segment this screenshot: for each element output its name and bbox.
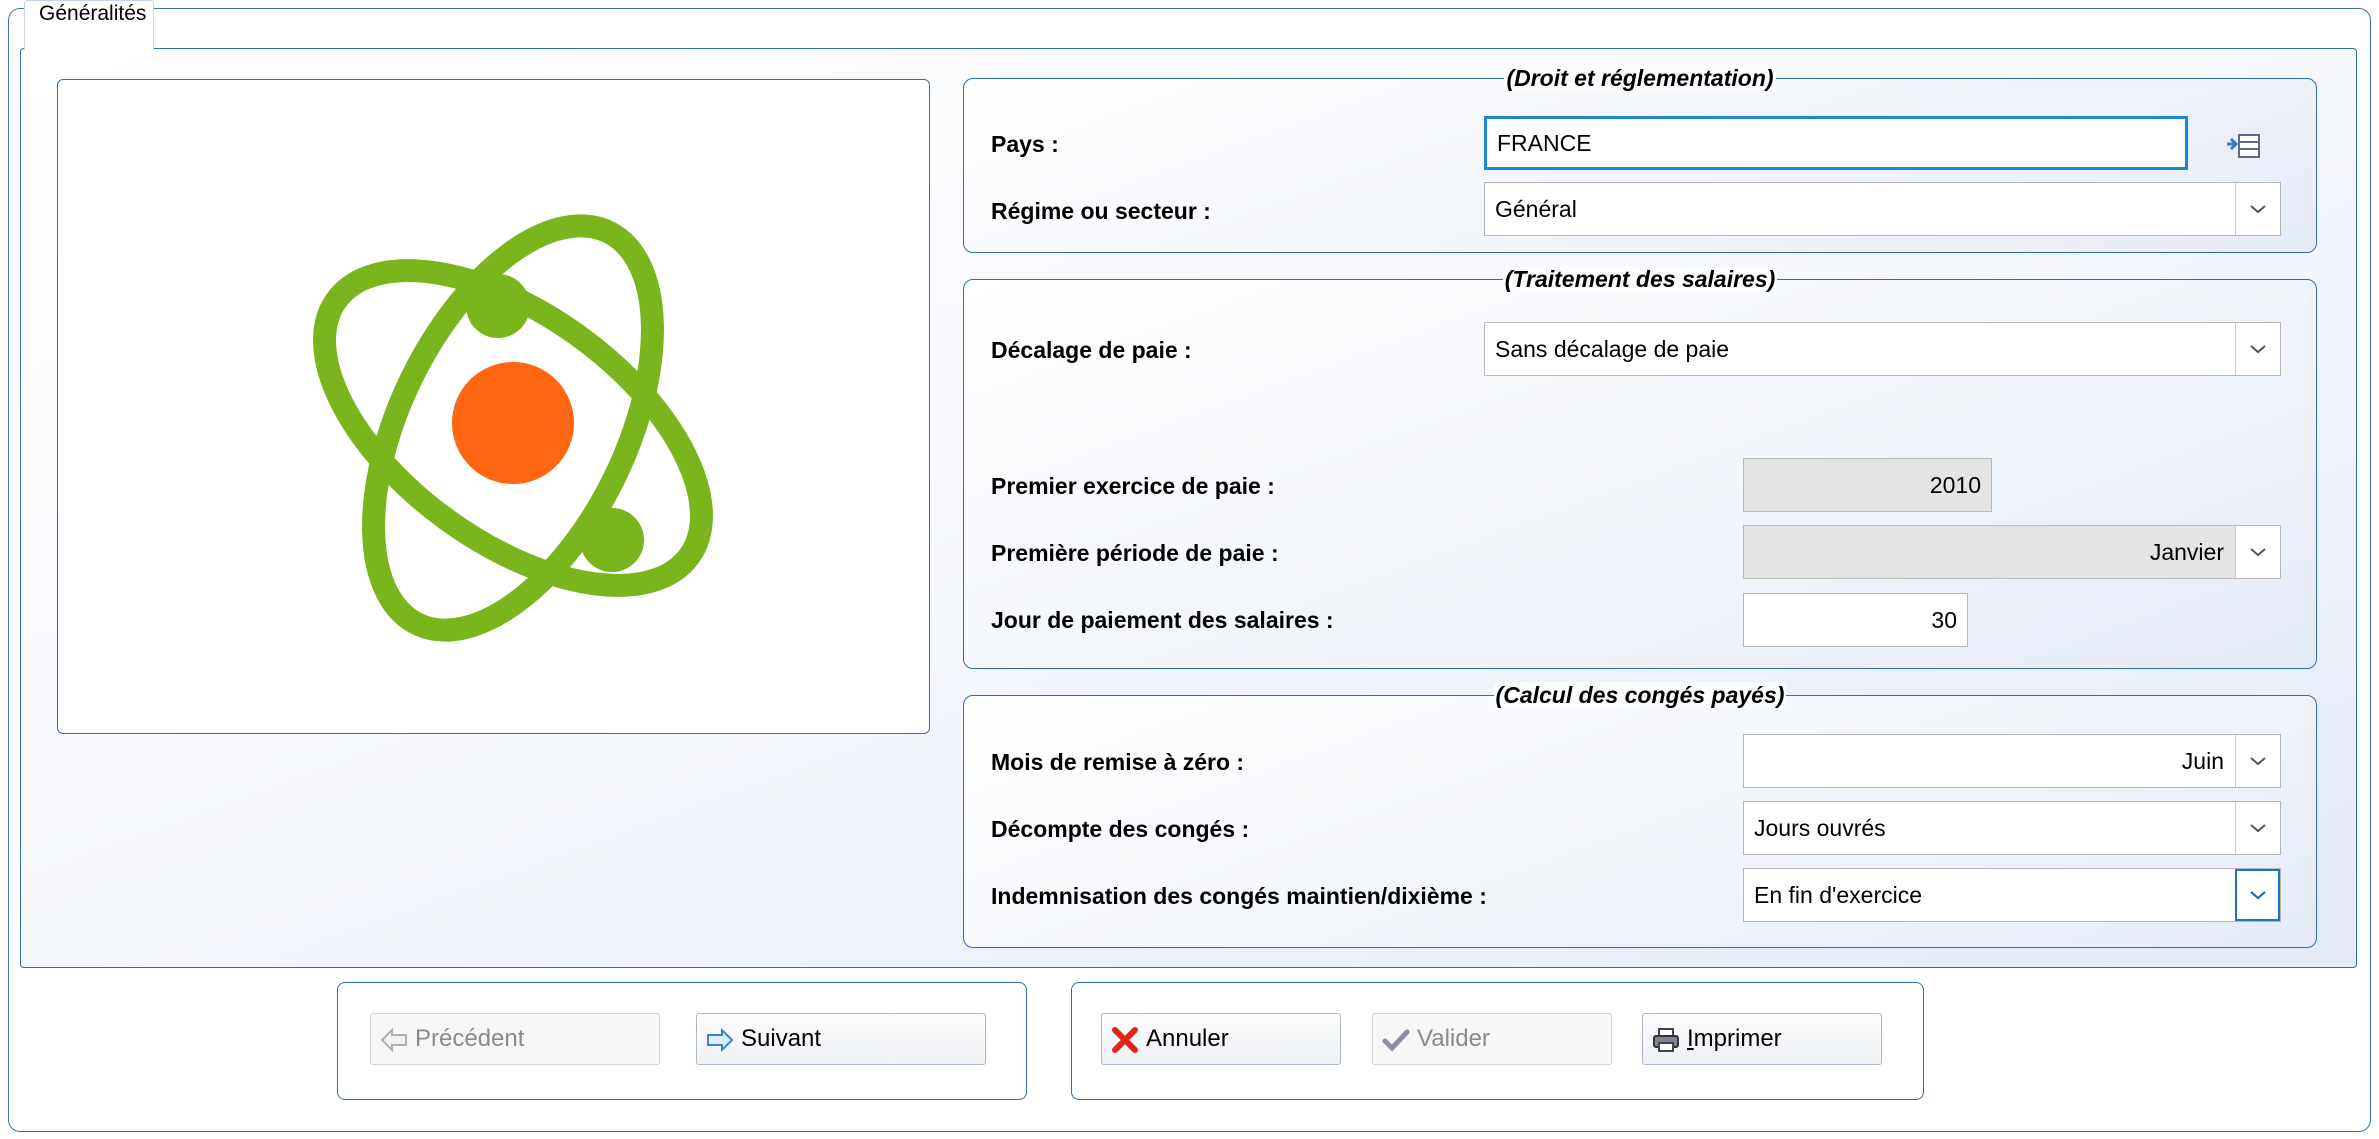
premier-exercice-label: Premier exercice de paie : (991, 473, 1275, 499)
premiere-periode-label: Première période de paie : (991, 540, 1279, 566)
group-conges-title: (Calcul des congés payés) (1493, 682, 1787, 708)
printer-icon (1653, 1028, 1679, 1052)
indemnisation-value: En fin d'exercice (1754, 882, 1923, 908)
annuler-label: Annuler (1146, 1025, 1229, 1052)
precedent-label: Précédent (415, 1025, 525, 1052)
select-list-icon[interactable] (2225, 130, 2261, 160)
jour-paiement-value: 30 (1931, 607, 1957, 633)
chevron-down-icon[interactable] (2235, 323, 2280, 375)
jour-paiement-input[interactable]: 30 (1743, 593, 1968, 647)
mois-remise-select[interactable]: Juin (1743, 734, 2281, 788)
decompte-value: Jours ouvrés (1754, 815, 1886, 841)
atom-logo (313, 214, 713, 642)
chevron-down-icon[interactable] (2235, 183, 2280, 235)
red-x-icon (1112, 1027, 1138, 1053)
indemnisation-select[interactable]: En fin d'exercice (1743, 868, 2281, 922)
jour-paiement-label: Jour de paiement des salaires : (991, 607, 1334, 633)
premiere-periode-select[interactable]: Janvier (1743, 525, 2281, 579)
imprimer-accesskey: I (1687, 1025, 1694, 1052)
premier-exercice-value: 2010 (1929, 472, 1981, 498)
suivant-label: Suivant (741, 1025, 822, 1052)
pays-value: FRANCE (1497, 130, 1592, 156)
chevron-down-icon[interactable] (2235, 735, 2280, 787)
valider-label: Valider (1417, 1025, 1490, 1052)
pays-input[interactable]: FRANCE (1484, 116, 2188, 170)
imprimer-label: mprimer (1693, 1025, 1782, 1052)
left-arrow-icon (380, 1027, 407, 1053)
annuler-button[interactable]: Annuler (1101, 1013, 1341, 1065)
decompte-select[interactable]: Jours ouvrés (1743, 801, 2281, 855)
tab-label: Généralités (39, 2, 147, 25)
right-arrow-icon (707, 1027, 734, 1053)
regime-label: Régime ou secteur : (991, 198, 1211, 224)
decalage-label: Décalage de paie : (991, 337, 1192, 363)
checkmark-icon (1382, 1029, 1410, 1052)
group-droit-title: (Droit et réglementation) (1504, 65, 1776, 91)
imprimer-button[interactable]: Imprimer (1642, 1013, 1882, 1065)
decompte-label: Décompte des congés : (991, 816, 1250, 842)
precedent-button[interactable]: Précédent (370, 1013, 660, 1065)
regime-value: Général (1495, 196, 1577, 222)
decalage-select[interactable]: Sans décalage de paie (1484, 322, 2281, 376)
premier-exercice-field[interactable]: 2010 (1743, 458, 1992, 512)
valider-button[interactable]: Valider (1372, 1013, 1612, 1065)
chevron-down-icon[interactable] (2235, 869, 2280, 921)
decalage-value: Sans décalage de paie (1495, 336, 1730, 362)
chevron-down-icon[interactable] (2235, 802, 2280, 854)
mois-remise-value: Juin (2181, 748, 2224, 774)
logo-frame (57, 79, 930, 734)
mois-remise-label: Mois de remise à zéro : (991, 749, 1245, 775)
chevron-down-icon[interactable] (2235, 526, 2280, 578)
suivant-button[interactable]: Suivant (696, 1013, 986, 1065)
regime-select[interactable]: Général (1484, 182, 2281, 236)
indemnisation-label: Indemnisation des congés maintien/dixièm… (991, 883, 1487, 909)
premiere-periode-value: Janvier (2149, 539, 2224, 565)
pays-label: Pays : (991, 131, 1059, 157)
group-traitement-title: (Traitement des salaires) (1502, 266, 1778, 292)
tab-generalites[interactable]: Généralités (24, 0, 154, 50)
